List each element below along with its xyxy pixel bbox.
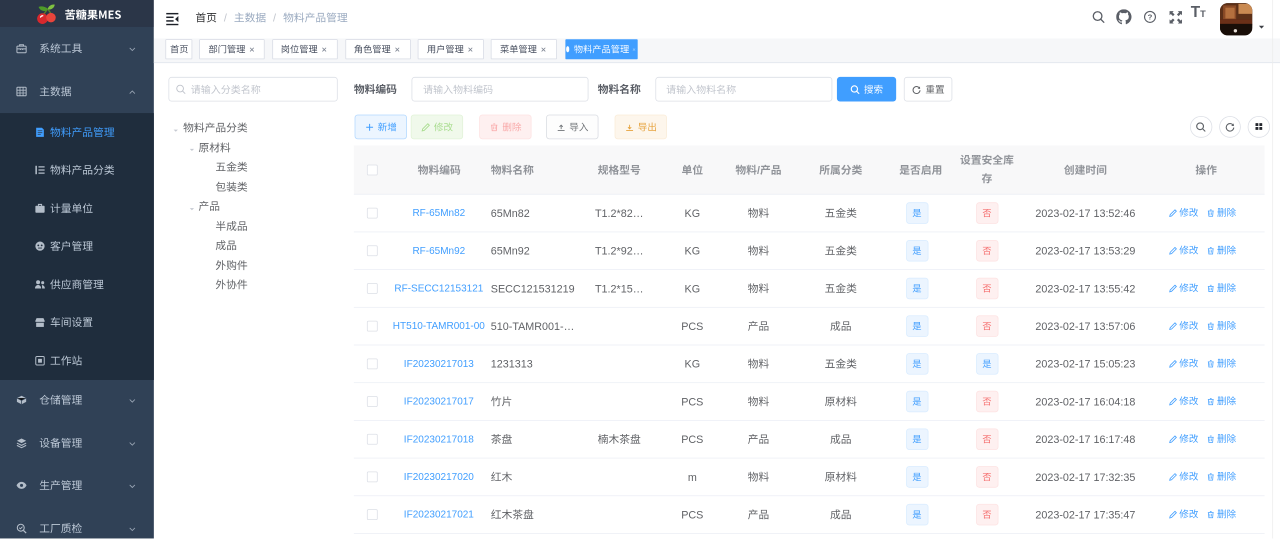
svg-text:?: ? xyxy=(1148,13,1153,22)
